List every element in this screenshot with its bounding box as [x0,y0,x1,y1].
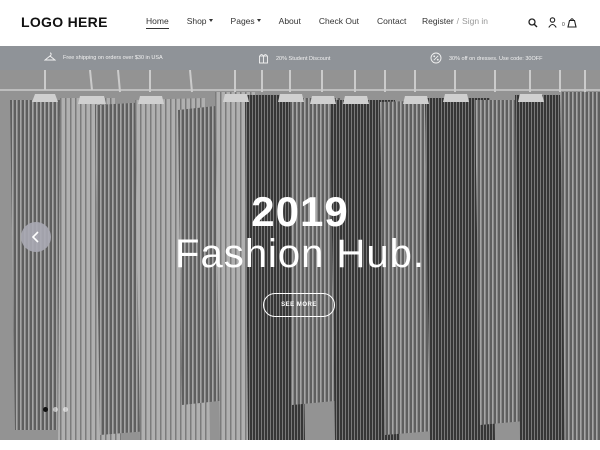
nav-item-home[interactable]: Home [146,16,169,29]
nav-label: About [278,16,301,26]
slider-dot[interactable] [53,407,58,412]
signin-link[interactable]: Sign in [462,16,488,26]
slider-dots [43,407,73,412]
promo-text: 30% off on dresses. Use code: 30OFF [449,56,543,62]
cart-icon[interactable]: 0 [562,15,577,33]
hero-slider: 2019 Fashion Hub. SEE MORE [0,70,600,440]
nav-label: Contact [377,16,407,26]
nav-label: Shop [186,16,207,26]
hero-subtitle: Fashion Hub. [175,232,425,276]
hanger-icon [43,52,63,64]
main-nav: Home Shop Pages About Check Out Contact [146,16,424,29]
nav-item-checkout[interactable]: Check Out [319,16,359,26]
promo-item-shipping: Free shipping on orders over $30 in USA [43,52,163,64]
cart-count-badge: 0 [562,22,565,28]
auth-separator: / [456,16,460,26]
promo-bar: Free shipping on orders over $30 in USA … [0,46,600,70]
nav-label: Check Out [318,16,360,26]
site-logo[interactable]: LOGO HERE [21,14,108,30]
search-icon[interactable] [528,15,538,33]
gift-icon [258,52,276,66]
nav-item-contact[interactable]: Contact [377,16,406,26]
see-more-button[interactable]: SEE MORE [263,293,335,317]
user-icon[interactable] [548,15,557,33]
register-link[interactable]: Register [422,16,454,26]
nav-item-about[interactable]: About [279,16,301,26]
caret-down-icon [256,19,261,23]
auth-links: Register / Sign in [422,16,488,26]
site-header: LOGO HERE Home Shop Pages About Check Ou… [0,0,600,46]
nav-item-pages[interactable]: Pages [231,16,261,26]
nav-label: Pages [230,16,255,26]
slider-dot[interactable] [63,407,68,412]
discount-icon [430,52,449,66]
caret-down-icon [208,19,213,23]
promo-text: 20% Student Discount [276,56,331,62]
header-icons: 0 [528,15,587,33]
hero-title: 2019 [251,188,349,235]
promo-item-discount: 30% off on dresses. Use code: 30OFF [430,52,542,66]
slider-dot[interactable] [43,407,48,412]
nav-item-shop[interactable]: Shop [187,16,213,26]
nav-label: Home [146,16,169,26]
promo-item-student: 20% Student Discount [258,52,330,66]
promo-text: Free shipping on orders over $30 in USA [63,55,163,61]
